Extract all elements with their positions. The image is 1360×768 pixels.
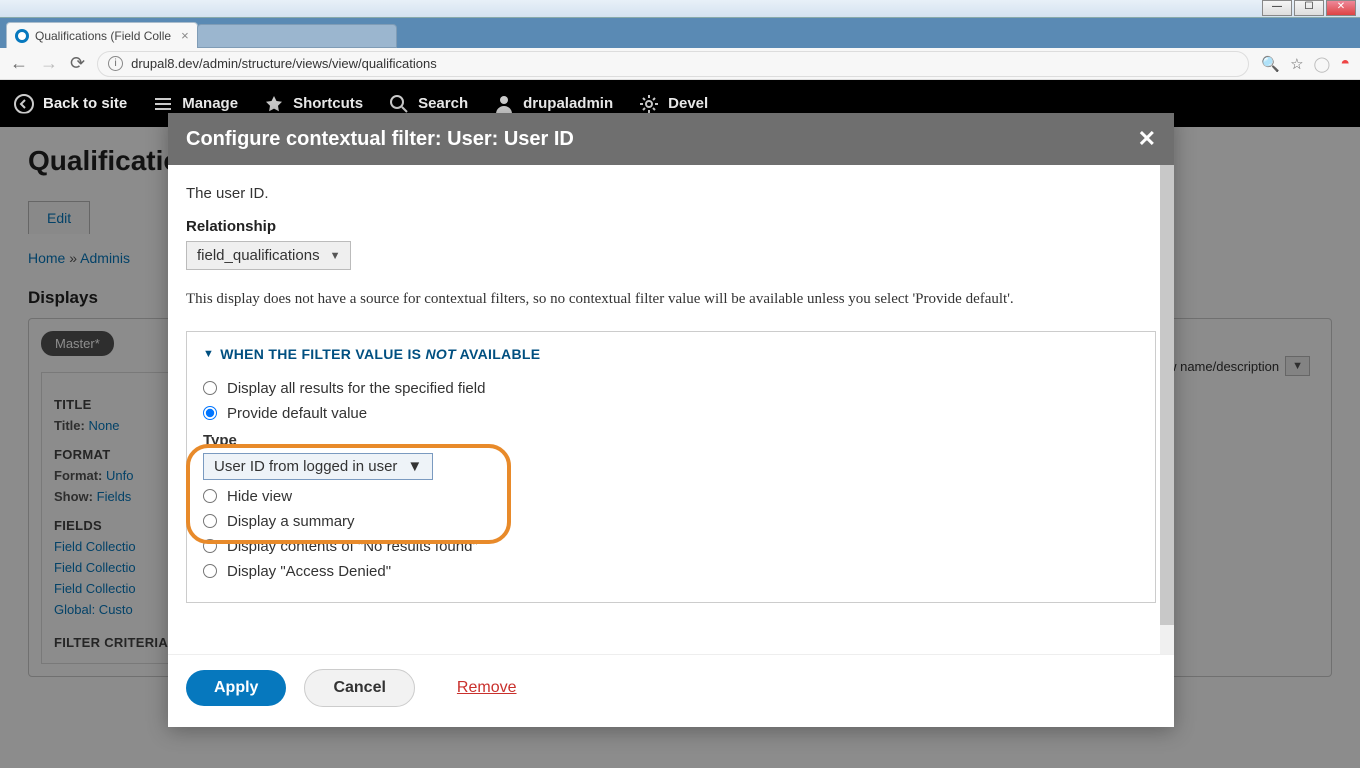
default-value-type-select[interactable]: User ID from logged in user ▼ xyxy=(203,453,433,480)
browser-tab-inactive[interactable] xyxy=(197,24,397,48)
bookmark-star-icon[interactable]: ☆ xyxy=(1290,55,1303,73)
browser-tab-title: Qualifications (Field Colle xyxy=(35,29,171,43)
nav-forward-icon[interactable]: → xyxy=(40,53,58,74)
gear-icon xyxy=(639,94,659,114)
relationship-select[interactable]: field_qualifications ▼ xyxy=(186,241,351,270)
adblock-icon[interactable]: ◓ xyxy=(1340,55,1350,73)
type-label: Type xyxy=(203,432,1139,449)
site-info-icon[interactable]: i xyxy=(108,56,123,71)
chevron-down-icon: ▼ xyxy=(330,250,341,262)
window-minimize[interactable]: — xyxy=(1262,0,1292,16)
browser-tab-active[interactable]: Qualifications (Field Colle × xyxy=(6,22,198,48)
cancel-button[interactable]: Cancel xyxy=(304,669,414,707)
back-to-site-link[interactable]: Back to site xyxy=(14,94,127,114)
when-not-available-fieldset: ▼ WHEN THE FILTER VALUE IS NOT AVAILABLE… xyxy=(186,331,1156,603)
apply-button[interactable]: Apply xyxy=(186,670,286,706)
scrollbar-thumb[interactable] xyxy=(1160,165,1174,625)
nav-reload-icon[interactable]: ⟳ xyxy=(70,53,85,74)
modal-body: The user ID. Relationship field_qualific… xyxy=(168,165,1174,654)
search-link[interactable]: Search xyxy=(389,94,468,114)
window-titlebar: — ☐ ✕ xyxy=(0,0,1360,18)
shortcuts-link[interactable]: Shortcuts xyxy=(264,94,363,114)
collapse-triangle-icon: ▼ xyxy=(203,348,214,360)
user-link[interactable]: drupaladmin xyxy=(494,94,613,114)
profile-icon[interactable]: ◯ xyxy=(1314,55,1331,73)
modal-titlebar: Configure contextual filter: User: User … xyxy=(168,113,1174,165)
search-icon xyxy=(389,94,409,114)
devel-link[interactable]: Devel xyxy=(639,94,708,114)
fieldset-legend[interactable]: ▼ WHEN THE FILTER VALUE IS NOT AVAILABLE xyxy=(203,346,1139,362)
modal-close-icon[interactable]: ✕ xyxy=(1138,126,1156,152)
modal-footer: Apply Cancel Remove xyxy=(168,654,1174,727)
filter-description: The user ID. xyxy=(186,185,1156,202)
favicon-icon xyxy=(15,29,29,43)
manage-link[interactable]: Manage xyxy=(153,94,238,114)
user-icon xyxy=(494,94,514,114)
nav-back-icon[interactable]: ← xyxy=(10,53,28,74)
browser-tab-strip: Qualifications (Field Colle × xyxy=(0,18,1360,48)
tab-close-icon[interactable]: × xyxy=(181,28,189,43)
radio-display-summary[interactable]: Display a summary xyxy=(203,509,1139,534)
modal-title-text: Configure contextual filter: User: User … xyxy=(186,128,574,151)
radio-no-results[interactable]: Display contents of "No results found" xyxy=(203,534,1139,559)
zoom-icon[interactable]: 🔍 xyxy=(1261,55,1280,73)
chevron-down-icon: ▼ xyxy=(407,458,422,475)
helper-text: This display does not have a source for … xyxy=(186,288,1156,311)
window-close[interactable]: ✕ xyxy=(1326,0,1356,16)
radio-access-denied[interactable]: Display "Access Denied" xyxy=(203,559,1139,584)
star-icon xyxy=(264,94,284,114)
address-bar[interactable]: i drupal8.dev/admin/structure/views/view… xyxy=(97,51,1249,77)
modal-scrollbar[interactable] xyxy=(1160,165,1174,654)
url-text: drupal8.dev/admin/structure/views/view/q… xyxy=(131,56,437,71)
radio-provide-default[interactable]: Provide default value xyxy=(203,401,1139,426)
remove-link[interactable]: Remove xyxy=(457,679,517,697)
browser-toolbar: ← → ⟳ i drupal8.dev/admin/structure/view… xyxy=(0,48,1360,80)
radio-display-all[interactable]: Display all results for the specified fi… xyxy=(203,376,1139,401)
window-maximize[interactable]: ☐ xyxy=(1294,0,1324,16)
hamburger-icon xyxy=(153,94,173,114)
relationship-label: Relationship xyxy=(186,218,1156,235)
contextual-filter-modal: Configure contextual filter: User: User … xyxy=(168,113,1174,727)
back-arrow-icon xyxy=(14,94,34,114)
radio-hide-view[interactable]: Hide view xyxy=(203,484,1139,509)
